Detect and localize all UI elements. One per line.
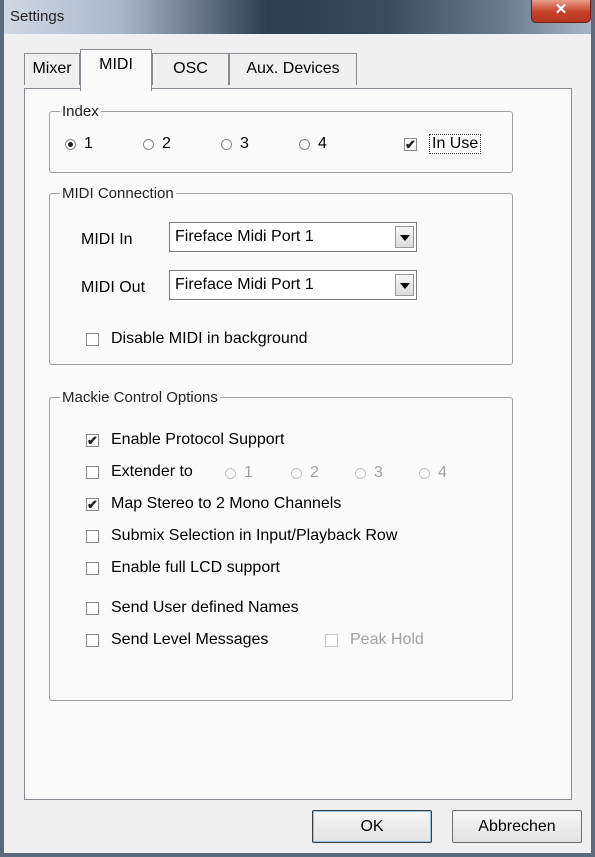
tab-midi[interactable]: MIDI: [80, 49, 152, 91]
radio-icon: [355, 467, 366, 479]
disable-midi-background-checkbox[interactable]: Disable MIDI in background: [86, 330, 308, 348]
midi-out-value: Fireface Midi Port 1: [175, 276, 314, 293]
send-user-names-label: Send User defined Names: [111, 599, 299, 616]
close-icon[interactable]: ✕: [531, 0, 591, 23]
tab-osc[interactable]: OSC: [152, 53, 229, 85]
checkbox-icon: [86, 561, 99, 575]
disable-midi-background-label: Disable MIDI in background: [111, 330, 308, 347]
peak-hold-label: Peak Hold: [350, 631, 424, 648]
radio-icon: [299, 138, 310, 150]
radio-icon: [225, 467, 236, 479]
midi-in-select[interactable]: Fireface Midi Port 1: [169, 222, 417, 252]
midi-in-value: Fireface Midi Port 1: [175, 228, 314, 245]
radio-icon: [291, 467, 302, 479]
radio-selected-icon: [65, 138, 76, 150]
checkbox-icon: [86, 529, 99, 543]
submix-selection-label: Submix Selection in Input/Playback Row: [111, 527, 398, 544]
in-use-label: In Use: [429, 134, 482, 154]
full-lcd-checkbox[interactable]: Enable full LCD support: [86, 559, 280, 577]
extender-label: Extender to: [111, 463, 193, 480]
mackie-control-legend: Mackie Control Options: [62, 389, 218, 406]
extender-checkbox[interactable]: Extender to: [86, 463, 193, 481]
checkbox-checked-icon: ✔: [404, 136, 417, 152]
checkbox-checked-icon: ✔: [86, 496, 99, 512]
settings-window: Settings ✕ Mixer MIDI OSC Aux. Devices I…: [0, 0, 595, 857]
send-level-messages-label: Send Level Messages: [111, 631, 269, 648]
checkbox-icon: [86, 601, 99, 615]
checkbox-icon: [325, 633, 338, 647]
full-lcd-label: Enable full LCD support: [111, 559, 280, 576]
map-stereo-label: Map Stereo to 2 Mono Channels: [111, 495, 342, 512]
tab-mixer[interactable]: Mixer: [24, 53, 80, 85]
checkbox-icon: [86, 465, 99, 479]
title-bar[interactable]: Settings ✕: [4, 0, 591, 34]
checkbox-icon: [86, 633, 99, 647]
extender-radio-2: 2: [291, 464, 319, 482]
enable-protocol-label: Enable Protocol Support: [111, 431, 285, 448]
checkbox-icon: [86, 332, 99, 346]
checkbox-checked-icon: ✔: [86, 432, 99, 448]
index-radio-4[interactable]: 4: [299, 135, 327, 153]
index-legend: Index: [62, 103, 99, 120]
peak-hold-checkbox: Peak Hold: [325, 631, 424, 649]
index-radio-1[interactable]: 1: [65, 135, 93, 153]
tab-aux-devices[interactable]: Aux. Devices: [229, 53, 357, 85]
midi-connection-legend: MIDI Connection: [62, 185, 174, 202]
extender-radio-3: 3: [355, 464, 383, 482]
submix-selection-checkbox[interactable]: Submix Selection in Input/Playback Row: [86, 527, 397, 545]
midi-out-select[interactable]: Fireface Midi Port 1: [169, 270, 417, 300]
ok-button[interactable]: OK: [312, 810, 432, 843]
midi-out-label: MIDI Out: [81, 279, 146, 296]
window-title: Settings: [10, 8, 65, 25]
dialog-client: Mixer MIDI OSC Aux. Devices Index 1 2 3: [4, 34, 591, 853]
chevron-down-icon[interactable]: [395, 274, 414, 296]
midi-in-label: MIDI In: [81, 231, 133, 248]
extender-radio-4: 4: [419, 464, 447, 482]
index-radio-2[interactable]: 2: [143, 135, 171, 153]
in-use-checkbox[interactable]: ✔ In Use: [404, 134, 482, 154]
extender-radio-1: 1: [225, 464, 253, 482]
map-stereo-checkbox[interactable]: ✔ Map Stereo to 2 Mono Channels: [86, 495, 341, 513]
index-radio-3[interactable]: 3: [221, 135, 249, 153]
radio-icon: [143, 138, 154, 150]
send-level-messages-checkbox[interactable]: Send Level Messages: [86, 631, 268, 649]
radio-icon: [221, 138, 232, 150]
cancel-button[interactable]: Abbrechen: [452, 810, 582, 843]
enable-protocol-checkbox[interactable]: ✔ Enable Protocol Support: [86, 431, 284, 449]
chevron-down-icon[interactable]: [395, 226, 414, 248]
radio-icon: [419, 467, 430, 479]
send-user-names-checkbox[interactable]: Send User defined Names: [86, 599, 299, 617]
midi-tab-panel: Index 1 2 3 4 ✔ In Use MIDI Connection M…: [24, 88, 572, 800]
